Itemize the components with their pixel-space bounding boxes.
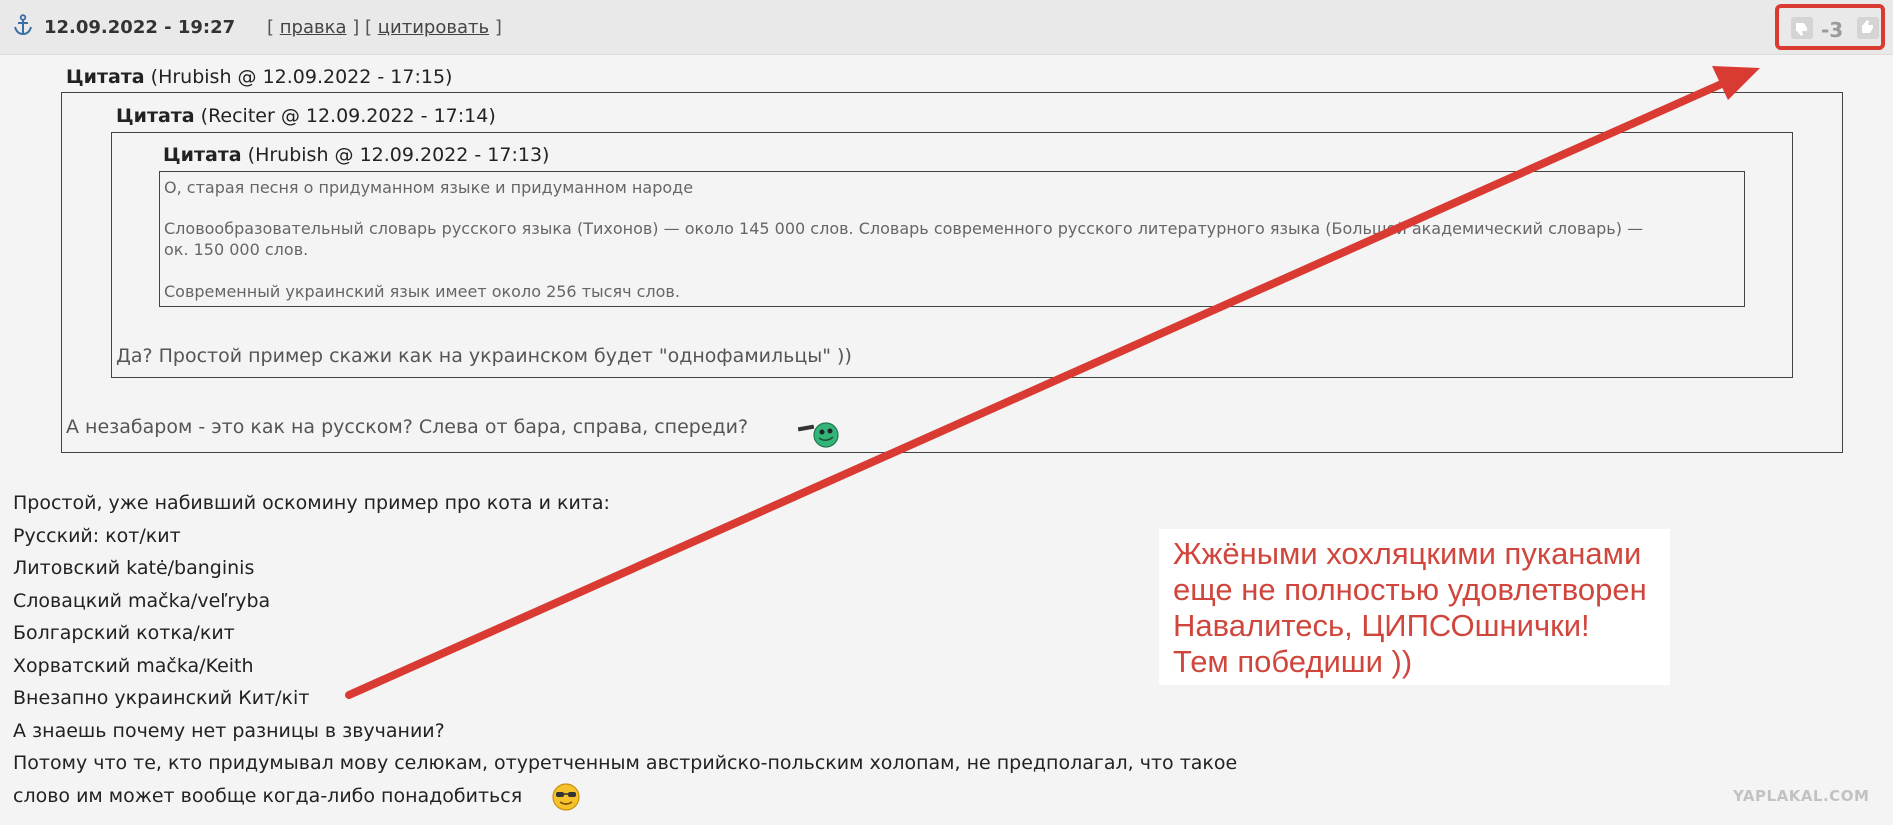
- body-line: А знаешь почему нет разницы в звучании?: [13, 720, 445, 742]
- body-line: слово им может вообще когда-либо понадоб…: [13, 785, 523, 807]
- post-actions: [ правка ] [ цитировать ]: [267, 17, 502, 38]
- anchor-icon[interactable]: [13, 14, 33, 36]
- quote-inner-line: Словообразовательный словарь русского яз…: [164, 219, 1644, 238]
- quote-header-outer: Цитата (Hrubish @ 12.09.2022 - 17:15): [66, 66, 453, 88]
- thumb-down-icon[interactable]: [1791, 17, 1813, 39]
- quote-header-middle: Цитата (Reciter @ 12.09.2022 - 17:14): [116, 105, 496, 127]
- cool-smiley-icon: [552, 783, 580, 811]
- body-line: Литовский katė/banginis: [13, 557, 255, 579]
- body-line: Внезапно украинский Кит/кіт: [13, 687, 310, 709]
- annotation-line: Жжёными хохляцкими пуканами: [1173, 536, 1642, 571]
- annotation-line: Тем победиши )): [1173, 644, 1413, 679]
- quote-link[interactable]: цитировать: [378, 17, 489, 38]
- watermark: YAPLAKAL.COM: [1733, 787, 1870, 805]
- quote-inner-line: О, старая песня о придуманном языке и пр…: [164, 178, 694, 197]
- body-line: Хорватский mačka/Keith: [13, 655, 254, 677]
- rating-widget: -3: [1775, 4, 1885, 50]
- rating-value: -3: [1821, 18, 1844, 42]
- quote-middle-text: Да? Простой пример скажи как на украинск…: [116, 345, 852, 367]
- body-line: Русский: кот/кит: [13, 525, 181, 547]
- body-line: Болгарский котка/кит: [13, 622, 235, 644]
- post-date: 12.09.2022 - 19:27: [44, 17, 236, 38]
- glasses-smiley-icon: [797, 422, 839, 448]
- body-line: Простой, уже набивший оскомину пример пр…: [13, 492, 610, 514]
- thumb-up-icon[interactable]: [1857, 17, 1879, 39]
- body-line: Потому что те, кто придумывал мову селюк…: [13, 752, 1238, 774]
- post-header: 12.09.2022 - 19:27 [ правка ] [ цитирова…: [0, 0, 1893, 55]
- quote-inner-line: ок. 150 000 слов.: [164, 240, 309, 259]
- body-line: Словацкий mačka/veľryba: [13, 590, 271, 612]
- quote-inner-line: Современный украинский язык имеет около …: [164, 282, 680, 301]
- quote-header-inner: Цитата (Hrubish @ 12.09.2022 - 17:13): [163, 144, 550, 166]
- quote-outer-text: А незабаром - это как на русском? Слева …: [66, 416, 749, 438]
- annotation-line: еще не полностью удовлетворен: [1173, 572, 1647, 607]
- annotation-line: Навалитесь, ЦИПСОшнички!: [1173, 608, 1590, 643]
- edit-link[interactable]: правка: [280, 17, 347, 38]
